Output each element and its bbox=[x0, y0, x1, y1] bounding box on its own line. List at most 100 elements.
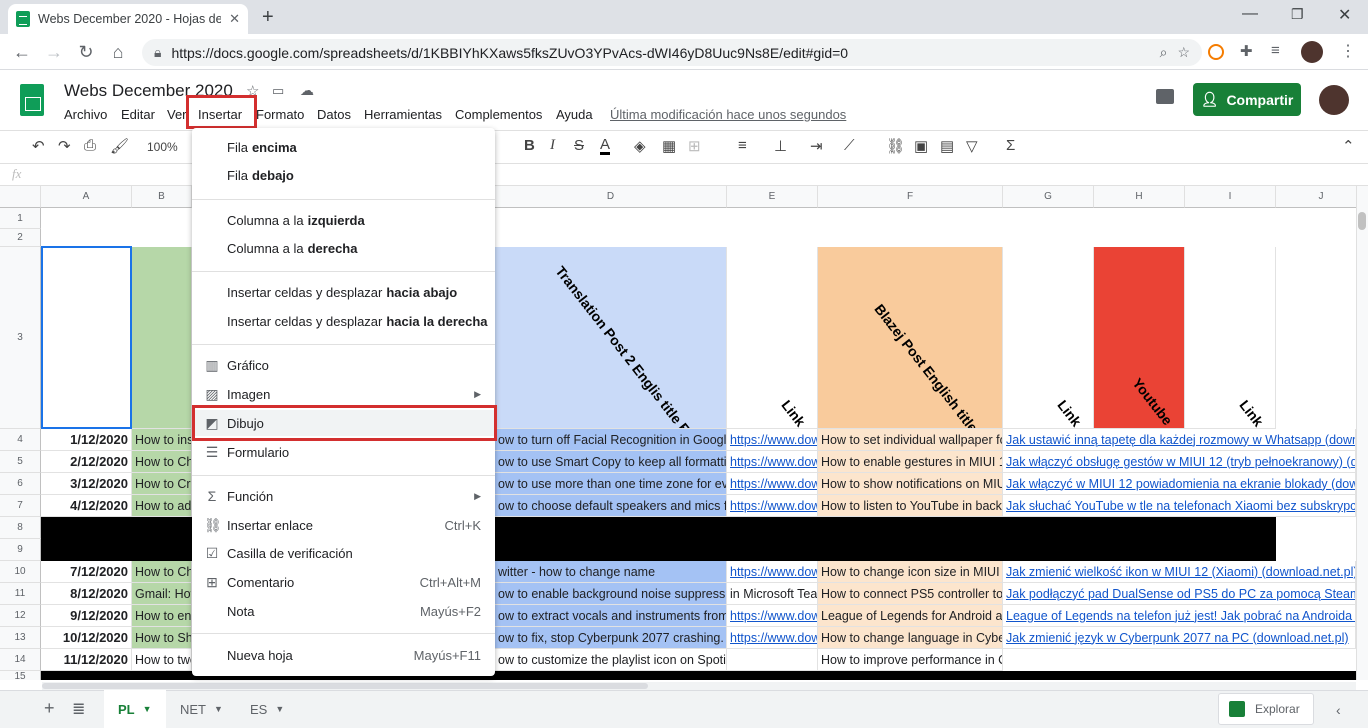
insert-link[interactable]: ⛓︎ Insertar enlace Ctrl+K bbox=[192, 512, 495, 538]
cell-a-r12[interactable]: 9/12/2020 bbox=[41, 605, 132, 627]
insert-cells-shift-right[interactable]: Insertar celdas y desplazar hacia la dere… bbox=[192, 308, 495, 334]
cell-d-r14[interactable]: ow to customize the playlist icon on Spo… bbox=[495, 649, 727, 671]
paint-format-icon[interactable]: 🖌︎ bbox=[110, 137, 129, 155]
cell-e-r14[interactable] bbox=[727, 649, 818, 671]
text-rotation-icon[interactable]: ⟋ bbox=[844, 137, 855, 154]
cell-a-r14[interactable]: 11/12/2020 bbox=[41, 649, 132, 671]
row-header[interactable]: 12 bbox=[0, 605, 41, 627]
header-cell-g3[interactable]: Link bbox=[1003, 247, 1094, 429]
insert-cells-shift-down[interactable]: Insertar celdas y desplazar hacia abajo bbox=[192, 279, 495, 305]
italic-icon[interactable]: I bbox=[550, 137, 555, 154]
sheets-logo-icon[interactable] bbox=[20, 84, 44, 116]
select-all-corner[interactable] bbox=[0, 186, 41, 208]
row-header[interactable]: 1 bbox=[0, 208, 41, 229]
last-edit-link[interactable]: Última modificación hace unos segundos bbox=[610, 107, 846, 122]
menu-editar[interactable]: Editar bbox=[121, 107, 155, 122]
insert-chart[interactable]: ▥ Gráfico bbox=[192, 352, 495, 378]
cell-a-r11[interactable]: 8/12/2020 bbox=[41, 583, 132, 605]
window-restore-icon[interactable]: ❐ bbox=[1291, 6, 1304, 23]
menu-herramientas[interactable]: Herramientas bbox=[364, 107, 442, 122]
cell-f-r10[interactable]: How to change icon size in MIUI 1 bbox=[818, 561, 1003, 583]
cell-f-r4[interactable]: How to set individual wallpaper for bbox=[818, 429, 1003, 451]
cell-f-r11[interactable]: How to connect PS5 controller to P bbox=[818, 583, 1003, 605]
insert-row-below[interactable]: Fila debajo bbox=[192, 162, 495, 188]
header-cell-d3[interactable]: Translation Post 2 Englis title EN bbox=[495, 247, 727, 429]
insert-form[interactable]: ☰ Formulario bbox=[192, 439, 495, 465]
cell-a-r6[interactable]: 3/12/2020 bbox=[41, 473, 132, 495]
selected-cell-a3[interactable] bbox=[41, 246, 132, 429]
sheet-tab-pl[interactable]: PL ▼ bbox=[104, 690, 166, 728]
header-cell-f3[interactable]: Blazej Post English title bbox=[818, 247, 1003, 429]
new-tab-button[interactable]: + bbox=[262, 6, 274, 29]
menu-archivo[interactable]: Archivo bbox=[64, 107, 107, 122]
user-avatar[interactable] bbox=[1319, 85, 1349, 115]
row-header[interactable]: 15 bbox=[0, 671, 41, 680]
column-header-b[interactable]: B bbox=[132, 186, 192, 208]
cell-e-r10[interactable]: https://www.dow bbox=[727, 561, 818, 583]
print-icon[interactable]: ⎙ bbox=[84, 137, 96, 154]
add-sheet-icon[interactable]: + bbox=[44, 698, 55, 719]
fill-color-icon[interactable]: ◈ bbox=[634, 137, 646, 155]
cell-g-r13[interactable]: Jak zmienić język w Cyberpunk 2077 na PC… bbox=[1003, 627, 1356, 649]
bold-icon[interactable]: B bbox=[524, 137, 535, 154]
column-header-i[interactable]: I bbox=[1185, 186, 1276, 208]
functions-icon[interactable]: Σ bbox=[1006, 137, 1015, 154]
align-vertical-icon[interactable]: ⊥ bbox=[774, 137, 787, 155]
cell-b-r10[interactable]: How to Cha bbox=[132, 561, 192, 583]
cell-b-r4[interactable]: How to ins bbox=[132, 429, 192, 451]
merge-cells-icon[interactable]: ⊞ bbox=[688, 137, 701, 155]
vertical-scroll-thumb[interactable] bbox=[1358, 212, 1366, 230]
row-header[interactable]: 13 bbox=[0, 627, 41, 649]
insert-row-above[interactable]: Fila encima bbox=[192, 134, 495, 160]
vertical-scrollbar[interactable] bbox=[1356, 186, 1368, 680]
row-header[interactable]: 10 bbox=[0, 561, 41, 583]
column-header-h[interactable]: H bbox=[1094, 186, 1185, 208]
cell-e-r6[interactable]: https://www.dow bbox=[727, 473, 818, 495]
column-header-a[interactable]: A bbox=[41, 186, 132, 208]
cell-g-r10[interactable]: Jak zmienić wielkość ikon w MIUI 12 (Xia… bbox=[1003, 561, 1356, 583]
column-header-e[interactable]: E bbox=[727, 186, 818, 208]
profile-avatar[interactable] bbox=[1301, 41, 1323, 63]
insert-new-sheet[interactable]: Nueva hoja Mayús+F11 bbox=[192, 642, 495, 668]
browser-menu-icon[interactable]: ⋮ bbox=[1340, 41, 1356, 61]
address-bar[interactable]: 🔒︎ https://docs.google.com/spreadsheets/… bbox=[142, 39, 1202, 66]
cell-a-r4[interactable]: 1/12/2020 bbox=[41, 429, 132, 451]
row-header[interactable]: 7 bbox=[0, 495, 41, 517]
row-header[interactable]: 6 bbox=[0, 473, 41, 495]
cell-g-r4[interactable]: Jak ustawić inną tapetę dla każdej rozmo… bbox=[1003, 429, 1356, 451]
cell-a-r5[interactable]: 2/12/2020 bbox=[41, 451, 132, 473]
zoom-select[interactable]: 100% bbox=[147, 140, 178, 154]
cell-b-r6[interactable]: How to Cre bbox=[132, 473, 192, 495]
row-header[interactable]: 9 bbox=[0, 539, 41, 561]
insert-function[interactable]: Σ Función ▶ bbox=[192, 483, 495, 509]
cell-f-r6[interactable]: How to show notifications on MIUI bbox=[818, 473, 1003, 495]
insert-column-left[interactable]: Columna a la izquierda bbox=[192, 207, 495, 233]
menu-formato[interactable]: Formato bbox=[256, 107, 304, 122]
cell-b-r14[interactable]: How to twe bbox=[132, 649, 192, 671]
row-header[interactable]: 2 bbox=[0, 229, 41, 247]
header-cell-b3[interactable] bbox=[132, 247, 192, 429]
cell-e-r12[interactable]: https://www.dow bbox=[727, 605, 818, 627]
cell-f-r7[interactable]: How to listen to YouTube in backg bbox=[818, 495, 1003, 517]
cell-b-r13[interactable]: How to Sh bbox=[132, 627, 192, 649]
column-header-d[interactable]: D bbox=[495, 186, 727, 208]
cell-f-r13[interactable]: How to change language in Cyber bbox=[818, 627, 1003, 649]
strikethrough-icon[interactable]: S bbox=[574, 137, 584, 154]
cell-e-r4[interactable]: https://www.dow bbox=[727, 429, 818, 451]
header-cell-h3[interactable]: Youtube bbox=[1094, 247, 1185, 429]
back-icon[interactable]: ← bbox=[8, 38, 36, 66]
column-header-f[interactable]: F bbox=[818, 186, 1003, 208]
browser-tab[interactable]: Webs December 2020 - Hojas de cálculo ✕ bbox=[8, 4, 248, 34]
forward-icon[interactable]: → bbox=[40, 38, 68, 66]
collapse-toolbar-icon[interactable]: ⌃ bbox=[1342, 137, 1355, 155]
move-folder-icon[interactable]: ▭ bbox=[272, 83, 284, 99]
cell-d-r13[interactable]: ow to fix, stop Cyberpunk 2077 crashing. bbox=[495, 627, 727, 649]
column-header-g[interactable]: G bbox=[1003, 186, 1094, 208]
cell-d-r5[interactable]: ow to use Smart Copy to keep all formatt… bbox=[495, 451, 727, 473]
window-close-icon[interactable]: ✕ bbox=[1338, 5, 1351, 25]
insert-chart-icon[interactable]: ▤ bbox=[940, 137, 954, 155]
insert-comment-icon[interactable]: ▣ bbox=[914, 137, 928, 155]
align-horizontal-icon[interactable]: ≡ bbox=[738, 137, 747, 154]
cell-e-r7[interactable]: https://www.dow bbox=[727, 495, 818, 517]
all-sheets-icon[interactable]: ≣ bbox=[72, 699, 85, 719]
